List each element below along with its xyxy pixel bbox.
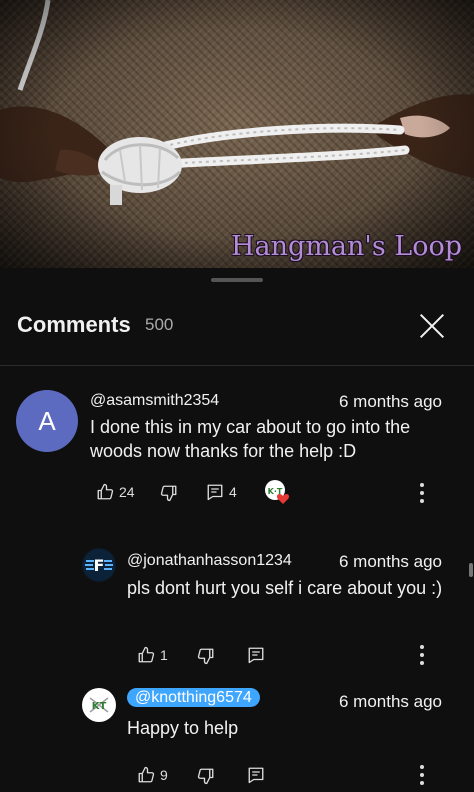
creator-logo-icon: KT bbox=[83, 689, 115, 721]
reply-icon bbox=[247, 646, 265, 664]
close-icon[interactable] bbox=[414, 308, 450, 344]
reply-author[interactable]: @knotthing6574 bbox=[127, 688, 260, 707]
comments-title: Comments bbox=[17, 312, 131, 337]
video-vignette bbox=[0, 0, 474, 268]
svg-text:KT: KT bbox=[92, 701, 107, 712]
dislike-button[interactable] bbox=[197, 647, 215, 665]
like-button[interactable]: 24 bbox=[96, 483, 135, 501]
creator-handle-chip[interactable]: @knotthing6574 bbox=[127, 688, 260, 707]
thumbs-up-icon bbox=[96, 483, 114, 501]
reply-text: Happy to help bbox=[127, 718, 239, 738]
like-count: 24 bbox=[119, 484, 135, 500]
dislike-button[interactable] bbox=[160, 484, 178, 502]
thumbs-down-icon bbox=[197, 647, 215, 665]
more-options-icon[interactable] bbox=[419, 645, 425, 667]
reply-icon bbox=[206, 483, 224, 501]
like-count: 9 bbox=[160, 767, 168, 783]
thumbs-up-icon bbox=[137, 766, 155, 784]
video-player[interactable]: Hangman's Loop bbox=[0, 0, 474, 268]
reply-author[interactable]: @jonathanhasson1234 bbox=[127, 552, 292, 570]
like-button[interactable]: 9 bbox=[137, 766, 168, 784]
reply-count: 4 bbox=[229, 484, 237, 500]
comments-count: 500 bbox=[145, 315, 174, 334]
reply-thread: KT @knotthing6574 6 months ago Happy to … bbox=[0, 676, 474, 792]
reply-button[interactable] bbox=[247, 646, 265, 664]
scrollbar-thumb[interactable] bbox=[469, 563, 473, 577]
thumbs-down-icon bbox=[160, 484, 178, 502]
svg-text:F: F bbox=[94, 556, 105, 575]
thumbs-down-icon bbox=[197, 767, 215, 785]
reply-text: pls dont hurt you self i care about you … bbox=[127, 578, 443, 598]
comment-author[interactable]: @asamsmith2354 bbox=[90, 392, 219, 410]
avatar-emblem-icon: F bbox=[83, 549, 115, 581]
reply-button[interactable]: 4 bbox=[206, 483, 237, 501]
comment-text: I done this in my car about to go into t… bbox=[90, 417, 411, 461]
reply-time: 6 months ago bbox=[338, 692, 442, 711]
reply-thread: F @jonathanhasson1234 6 months ago pls d… bbox=[0, 536, 474, 668]
like-count: 1 bbox=[160, 647, 168, 663]
drag-handle[interactable] bbox=[211, 278, 263, 282]
dislike-button[interactable] bbox=[197, 767, 215, 785]
thumbs-up-icon bbox=[137, 646, 155, 664]
avatar-letter: A bbox=[38, 405, 56, 436]
comments-header: Comments 500 bbox=[0, 296, 474, 366]
comment-thread: A @asamsmith2354 6 months ago I done thi… bbox=[0, 366, 474, 516]
reply-time: 6 months ago bbox=[338, 552, 442, 571]
creator-heart-badge: K·T bbox=[264, 479, 290, 505]
like-button[interactable]: 1 bbox=[137, 646, 168, 664]
avatar[interactable]: KT bbox=[82, 688, 116, 722]
video-caption: Hangman's Loop bbox=[231, 231, 462, 262]
comments-sheet: Comments 500 A @asamsmith2354 6 months a… bbox=[0, 268, 474, 792]
comment-time: 6 months ago bbox=[338, 392, 442, 411]
more-options-icon[interactable] bbox=[419, 765, 425, 787]
avatar[interactable]: F bbox=[82, 548, 116, 582]
avatar[interactable]: A bbox=[16, 390, 78, 452]
reply-icon bbox=[247, 766, 265, 784]
reply-button[interactable] bbox=[247, 766, 265, 784]
creator-avatar-heart-icon: K·T bbox=[264, 479, 290, 505]
more-options-icon[interactable] bbox=[419, 483, 425, 505]
